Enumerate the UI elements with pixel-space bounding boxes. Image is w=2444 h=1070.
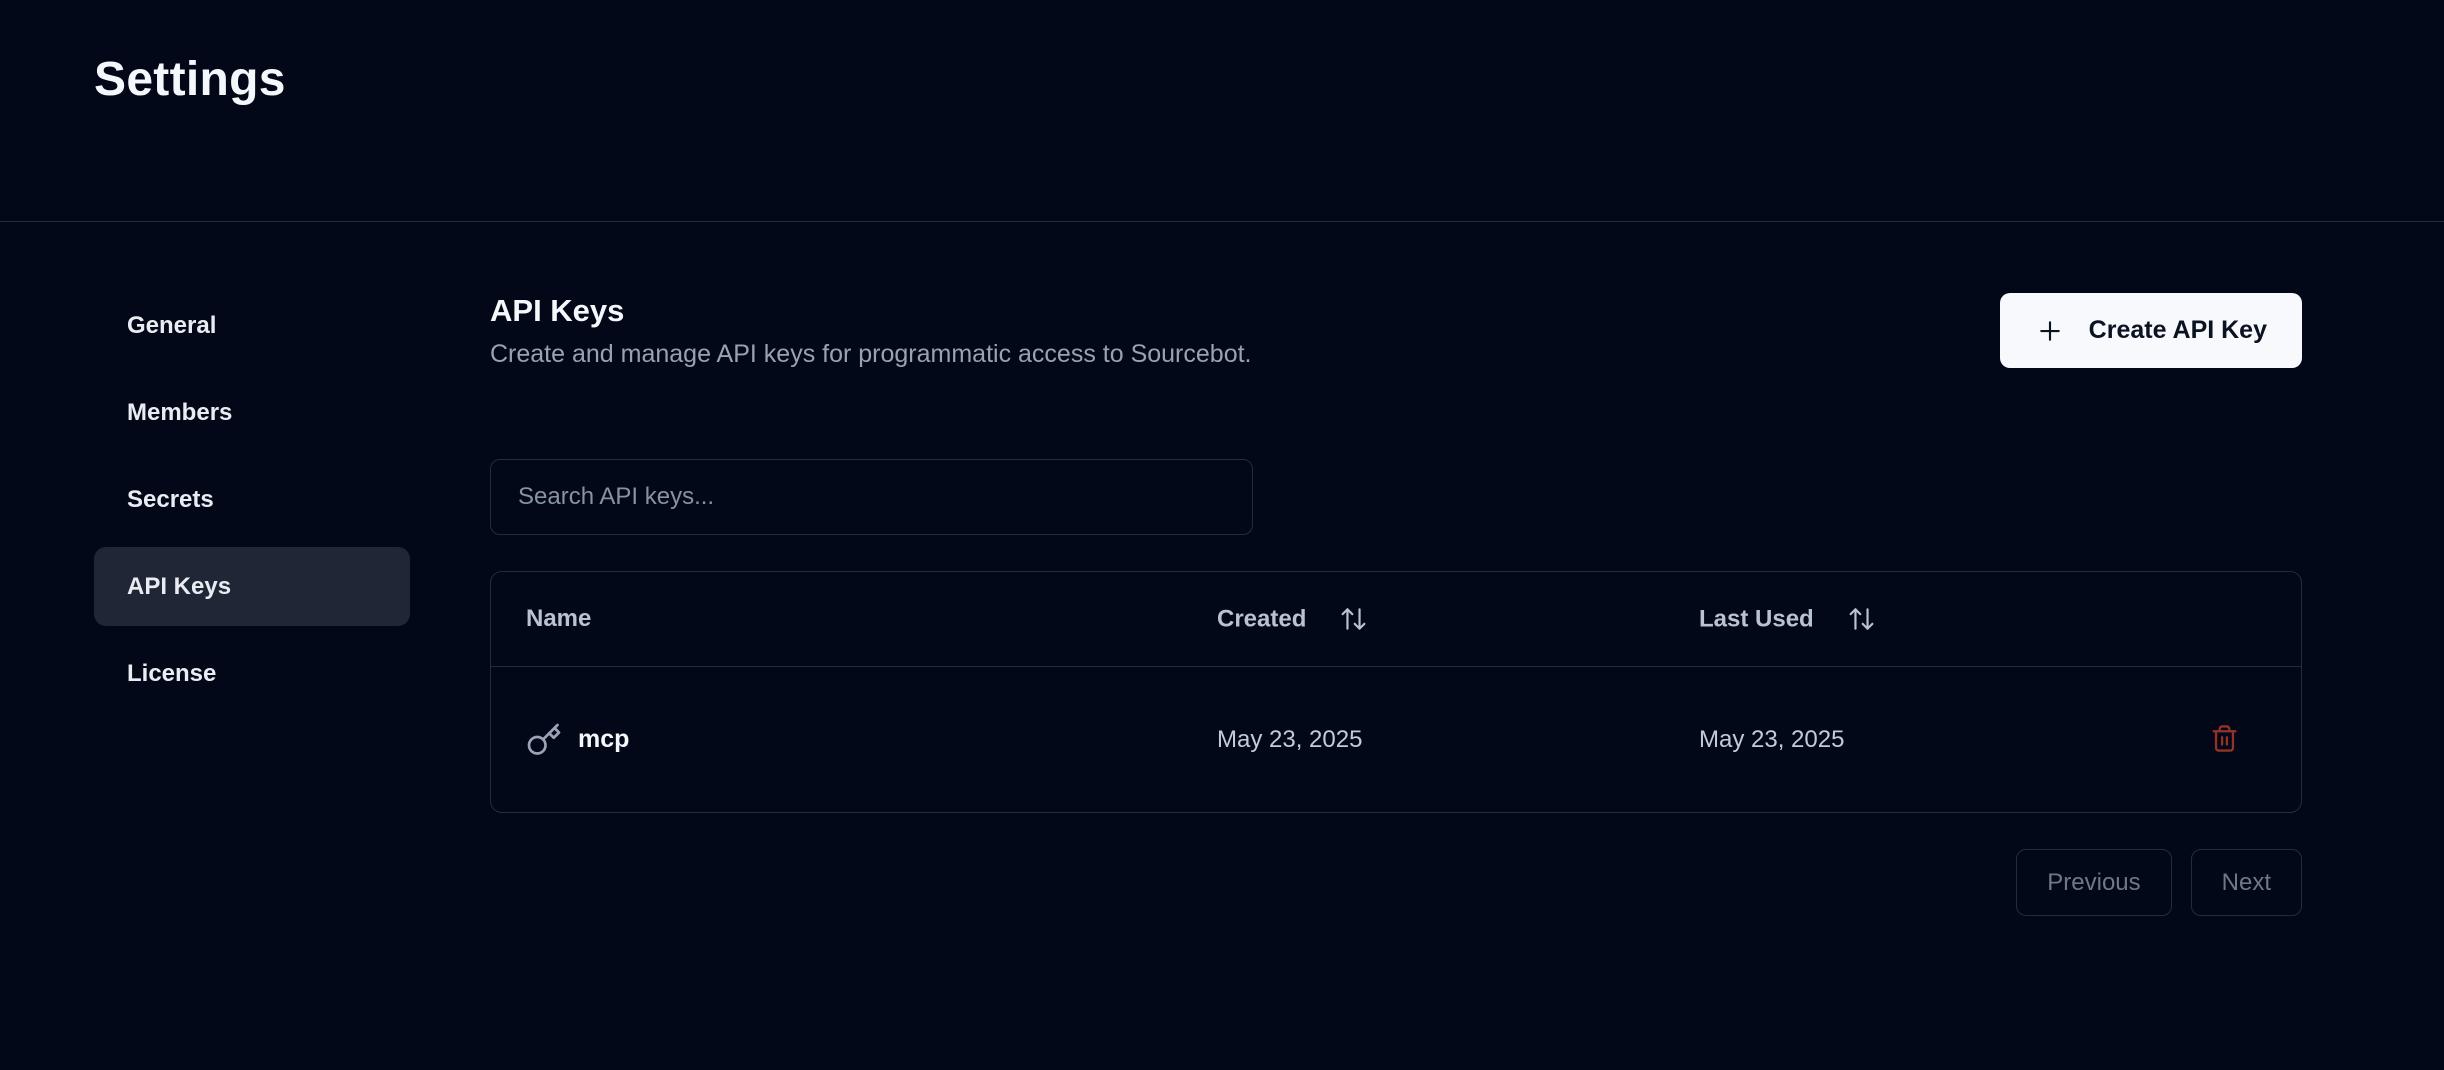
sidebar-item-label: Members [127, 398, 233, 426]
sidebar-item-label: Secrets [127, 485, 214, 513]
key-icon [526, 722, 562, 758]
column-header-name-label: Name [526, 605, 592, 632]
column-header-last-used: Last Used [1699, 605, 1876, 634]
previous-page-button[interactable]: Previous [2016, 849, 2172, 916]
arrow-up-down-icon [1847, 605, 1876, 634]
sidebar-item-license[interactable]: License [94, 634, 410, 713]
sidebar-item-label: API Keys [127, 572, 232, 600]
column-header-name: Name [526, 605, 591, 633]
column-header-created: Created [1217, 605, 1368, 634]
sidebar-item-label: General [127, 311, 217, 339]
api-key-name-cell: mcp [526, 722, 629, 758]
api-key-created-date: May 23, 2025 [1217, 725, 1363, 753]
pagination: Previous Next [490, 849, 2302, 916]
sidebar-item-members[interactable]: Members [94, 373, 410, 452]
api-key-last-used-date: May 23, 2025 [1699, 725, 1845, 753]
sidebar-item-label: License [127, 659, 217, 687]
next-page-button[interactable]: Next [2190, 849, 2302, 916]
create-api-key-label: Create API Key [2088, 316, 2267, 344]
sort-by-created-button[interactable]: Created [1217, 605, 1368, 634]
column-header-created-label: Created [1217, 605, 1307, 632]
create-api-key-button[interactable]: Create API Key [1999, 293, 2302, 368]
arrow-up-down-icon [1339, 605, 1368, 634]
sidebar-item-general[interactable]: General [94, 286, 410, 365]
section-subtitle: Create and manage API keys for programma… [490, 340, 1252, 368]
section-header: API Keys Create and manage API keys for … [490, 293, 2302, 369]
column-header-last-used-label: Last Used [1699, 605, 1814, 632]
page-header: Settings [0, 0, 2444, 222]
plus-icon [2035, 316, 2065, 346]
api-keys-panel: API Keys Create and manage API keys for … [490, 293, 2302, 916]
sort-by-last-used-button[interactable]: Last Used [1699, 605, 1876, 634]
sidebar-item-api-keys[interactable]: API Keys [94, 547, 410, 626]
page-title: Settings [94, 53, 286, 106]
api-keys-table: Name Created Last Used mcp May 23, 2025 … [490, 571, 2302, 813]
table-header-row: Name Created Last Used [491, 572, 2301, 667]
section-title: API Keys [490, 293, 625, 328]
search-input[interactable] [490, 459, 1253, 535]
delete-api-key-button[interactable] [2206, 720, 2243, 760]
trash-icon [2210, 724, 2239, 756]
section-heading-group: API Keys Create and manage API keys for … [490, 293, 1252, 369]
api-key-last-used-cell: May 23, 2025 [1699, 726, 1844, 754]
settings-sidebar: General Members Secrets API Keys License [94, 286, 410, 713]
table-row: mcp May 23, 2025 May 23, 2025 [491, 667, 2301, 812]
api-key-created-cell: May 23, 2025 [1217, 726, 1362, 754]
api-key-name: mcp [578, 725, 630, 753]
sidebar-item-secrets[interactable]: Secrets [94, 460, 410, 539]
